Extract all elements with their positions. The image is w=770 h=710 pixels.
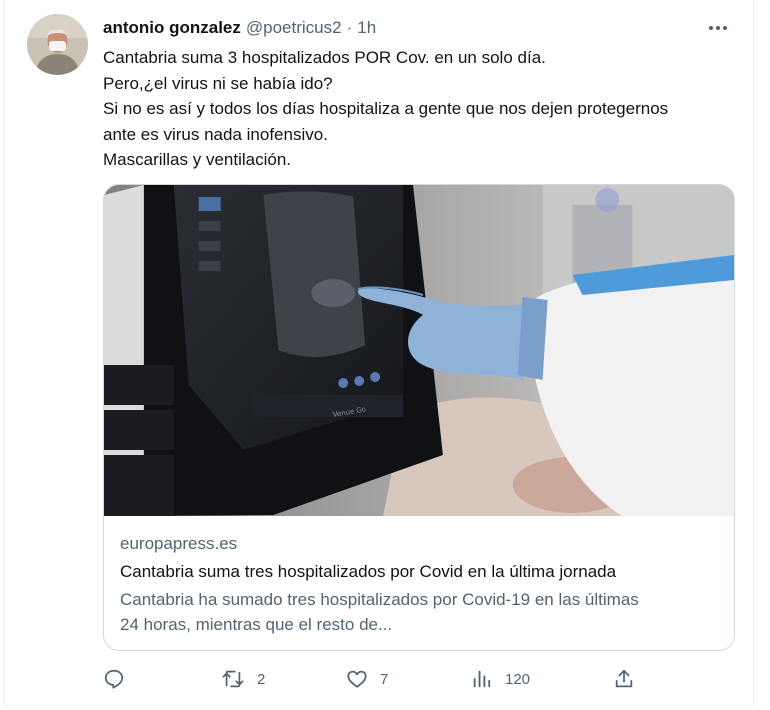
card-description-line: Cantabria ha sumado tres hospitalizados …: [120, 590, 639, 609]
retweet-count: 2: [257, 670, 266, 688]
card-title[interactable]: Cantabria suma tres hospitalizados por C…: [120, 560, 720, 584]
tweet-text-line: Si no es así y todos los días hospitaliz…: [103, 99, 669, 118]
tweet-text-line: ante es virus nada inofensivo.: [103, 124, 328, 144]
retweet-icon: [222, 670, 244, 688]
action-bar: 2 7 120: [103, 664, 643, 694]
views-button[interactable]: 120: [471, 664, 530, 694]
tweet-text-line: Cantabria suma 3 hospitalizados POR Cov.…: [103, 48, 546, 67]
more-button[interactable]: [705, 15, 731, 41]
more-icon: [709, 26, 727, 30]
like-count: 7: [380, 670, 389, 688]
tweet-header: antonio gonzalez @poetricus2 · 1h: [103, 17, 733, 39]
card-meta: europapress.es Cantabria suma tres hospi…: [120, 533, 720, 637]
reply-icon: [104, 669, 124, 689]
retweet-button[interactable]: 2: [221, 664, 265, 694]
tweet-text-line: Mascarillas y ventilación.: [103, 150, 292, 169]
timestamp[interactable]: 1h: [357, 18, 376, 38]
like-icon: [347, 670, 367, 688]
like-button[interactable]: 7: [346, 664, 388, 694]
card-domain: europapress.es: [120, 534, 238, 553]
tweet-text-line: Pero,¿el virus ni se había ido?: [103, 73, 333, 93]
share-button[interactable]: [613, 664, 635, 694]
separator-dot: ·: [346, 18, 353, 37]
author-handle[interactable]: @poetricus2: [246, 18, 342, 38]
reply-button[interactable]: [103, 664, 137, 694]
avatar[interactable]: [27, 14, 88, 75]
author-name[interactable]: antonio gonzalez: [103, 18, 241, 38]
views-icon: [473, 670, 491, 688]
tweet-text: Cantabria suma 3 hospitalizados POR Cov.…: [103, 45, 753, 173]
views-count: 120: [505, 670, 531, 688]
share-icon: [615, 669, 633, 688]
avatar-image: [27, 14, 88, 75]
card-description: Cantabria ha sumado tres hospitalizados …: [120, 587, 720, 637]
card-image: Venue Go: [104, 185, 734, 516]
card-description-line: 24 horas, mientras que el resto de...: [120, 615, 393, 634]
tweet-card[interactable]: antonio gonzalez @poetricus2 · 1h Cantab…: [4, 0, 754, 706]
link-preview-card[interactable]: Venue Go europapress.es Cantabria suma t…: [103, 184, 735, 651]
